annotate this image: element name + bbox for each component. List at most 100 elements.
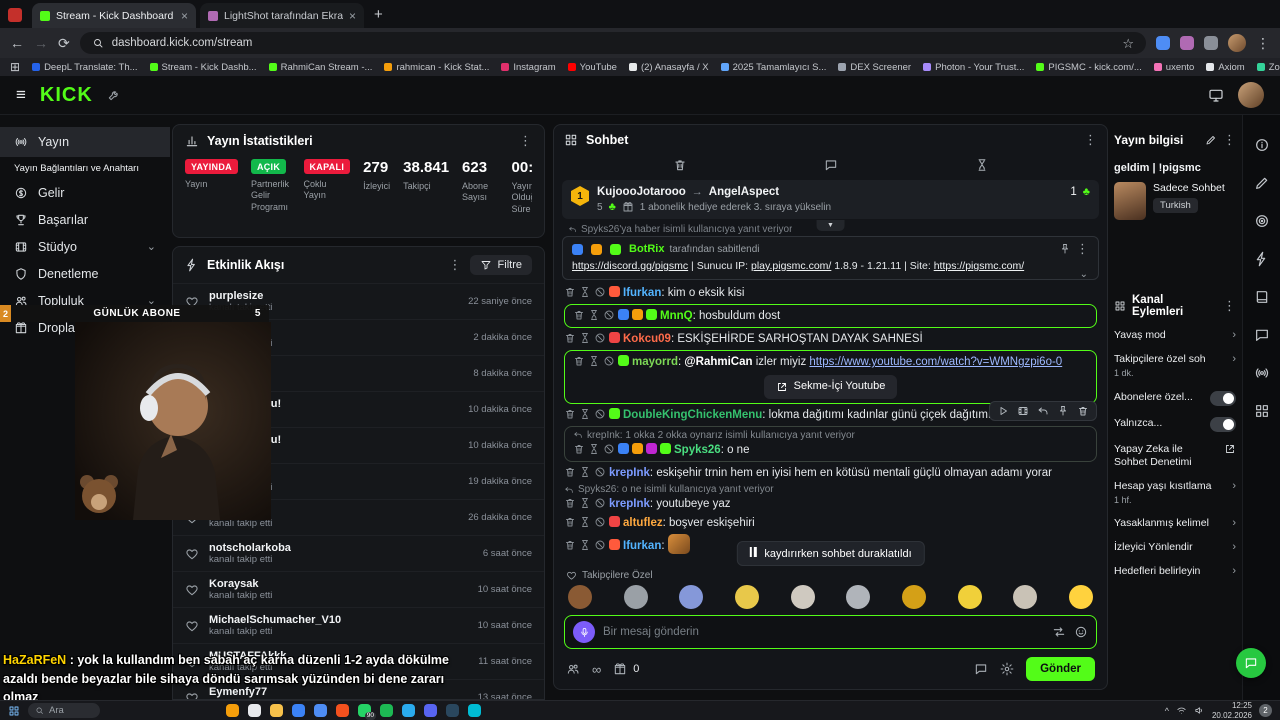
delete-message-icon[interactable]: [564, 497, 576, 509]
emote[interactable]: [623, 585, 648, 609]
link-icon[interactable]: ∞: [592, 662, 601, 677]
channel-actions-menu-icon[interactable]: ⋮: [1223, 298, 1236, 314]
timeout-user-icon[interactable]: [579, 539, 591, 551]
broadcast-icon[interactable]: [1254, 365, 1270, 381]
play-icon[interactable]: [997, 405, 1009, 417]
timeout-user-icon[interactable]: [579, 286, 591, 298]
clip-icon[interactable]: [1017, 405, 1029, 417]
sidebar-item-studyo[interactable]: Stüdyo ⌄: [0, 233, 170, 260]
filter-button[interactable]: Filtre: [469, 255, 532, 275]
delete-message-icon[interactable]: [573, 443, 585, 455]
sidebar-item-gelir[interactable]: Gelir: [0, 179, 170, 206]
browser-menu-icon[interactable]: ⋮: [1256, 36, 1270, 50]
subscribers-only-toggle[interactable]: [1210, 390, 1236, 406]
chat-username[interactable]: Kokcu09: [623, 333, 671, 345]
wifi-icon[interactable]: [1176, 705, 1187, 716]
lightning-icon[interactable]: [1254, 251, 1270, 267]
target-icon[interactable]: [1254, 213, 1270, 229]
bookmark[interactable]: RahmiCan Stream -...: [268, 62, 372, 73]
ban-user-icon[interactable]: [594, 516, 606, 528]
sidebar-item-basarilar[interactable]: Başarılar: [0, 206, 170, 233]
mention[interactable]: @RahmiCan: [684, 356, 752, 368]
taskbar-app-icon[interactable]: [402, 704, 415, 717]
taskbar-app-icon[interactable]: [424, 704, 437, 717]
ban-user-icon[interactable]: [594, 466, 606, 478]
start-button[interactable]: [8, 705, 20, 717]
translate-icon[interactable]: [1052, 625, 1066, 639]
delete-message-icon[interactable]: [564, 332, 576, 344]
clear-chat-icon[interactable]: [673, 158, 687, 172]
pin-icon[interactable]: [1059, 243, 1071, 255]
taskbar-app-icon[interactable]: [270, 704, 283, 717]
action-subscribers-only[interactable]: Abonelere özel...: [1114, 390, 1236, 406]
discord-link[interactable]: https://discord.gg/pigsmc: [572, 260, 688, 272]
youtube-link[interactable]: https://www.youtube.com/watch?v=WMNgzpi6…: [809, 356, 1062, 368]
taskbar-app-icon[interactable]: [380, 704, 393, 717]
action-account-age[interactable]: Hesap yaşı kısıtlama 1 hf. ›: [1114, 480, 1236, 506]
send-button[interactable]: Gönder: [1026, 657, 1095, 681]
ban-user-icon[interactable]: [594, 497, 606, 509]
chat-username[interactable]: Ifurkan: [623, 540, 661, 552]
chat-identity-icon[interactable]: [974, 662, 988, 676]
delete-message-icon[interactable]: [564, 286, 576, 298]
delete-message-icon[interactable]: [564, 466, 576, 478]
chat-username[interactable]: DoubleKingChickenMenu: [623, 409, 762, 421]
chat-username[interactable]: Spyks26: [674, 444, 721, 456]
pinned-menu-icon[interactable]: ⋮: [1076, 241, 1089, 257]
chat-mode-icon[interactable]: [824, 158, 838, 172]
taskbar-app-icon[interactable]: [468, 704, 481, 717]
ban-user-icon[interactable]: [603, 309, 615, 321]
panels-icon[interactable]: [1254, 403, 1270, 419]
hamburger-menu-icon[interactable]: ≡: [16, 85, 26, 105]
bookmark[interactable]: YouTube: [567, 62, 617, 73]
stats-menu-icon[interactable]: ⋮: [519, 133, 532, 149]
back-icon[interactable]: ←: [10, 36, 24, 50]
ban-user-icon[interactable]: [603, 355, 615, 367]
taskbar-app-icon[interactable]: [336, 704, 349, 717]
category-name[interactable]: Sadece Sohbet: [1153, 182, 1225, 194]
emote[interactable]: [1013, 585, 1038, 609]
ban-user-icon[interactable]: [594, 539, 606, 551]
delete-message-icon[interactable]: [573, 355, 585, 367]
emote[interactable]: [734, 585, 759, 609]
timeout-user-icon[interactable]: [579, 332, 591, 344]
stream-info-menu-icon[interactable]: ⋮: [1223, 132, 1236, 148]
reply-icon[interactable]: [1037, 405, 1049, 417]
chat-paused-notice[interactable]: kaydırırken sohbet duraklatıldı: [736, 541, 925, 566]
delete-message-icon[interactable]: [564, 408, 576, 420]
sidebar-item-yayin-baglantilari[interactable]: Yayın Bağlantıları ve Anahtarı: [0, 157, 170, 179]
ban-user-icon[interactable]: [603, 443, 615, 455]
chat-username[interactable]: krepInk: [609, 467, 650, 479]
slow-mode-icon[interactable]: [975, 158, 989, 172]
lightshot-extension-icon[interactable]: [1180, 36, 1194, 50]
chat-layout-icon[interactable]: [564, 133, 578, 147]
emote-picker-icon[interactable]: [1074, 625, 1088, 639]
pinned-collapse-icon[interactable]: ⌄: [1080, 269, 1088, 280]
taskbar-clock[interactable]: 12:25 20.02.2026: [1212, 701, 1252, 720]
delete-message-icon[interactable]: [564, 516, 576, 528]
language-chip[interactable]: Turkish: [1153, 198, 1198, 213]
voice-message-icon[interactable]: [573, 621, 595, 643]
chat-username[interactable]: MnnQ: [660, 310, 693, 322]
chat-username[interactable]: Ifurkan: [623, 287, 661, 299]
chat-menu-icon[interactable]: ⋮: [1084, 132, 1097, 148]
taskbar-app-icon[interactable]: [446, 704, 459, 717]
sidebar-item-yayin[interactable]: Yayın: [0, 127, 170, 157]
action-emotes-only[interactable]: Yalnızca...: [1114, 416, 1236, 432]
taskbar-app-icon[interactable]: 90: [358, 704, 376, 720]
action-banned-words[interactable]: Yasaklanmış kelimel ›: [1114, 517, 1236, 530]
book-icon[interactable]: [1254, 289, 1270, 305]
ban-user-icon[interactable]: [594, 408, 606, 420]
taskbar-app-icon[interactable]: [292, 704, 305, 717]
taskbar-app-icon[interactable]: [248, 704, 261, 717]
taskbar-app-icon[interactable]: [226, 704, 239, 717]
timeout-user-icon[interactable]: [588, 309, 600, 321]
bot-name[interactable]: BotRix: [629, 243, 664, 255]
edit-icon[interactable]: [1205, 134, 1217, 146]
bookmark[interactable]: rahmican - Kick Stat...: [384, 62, 489, 73]
gift-sub-icon[interactable]: [613, 662, 627, 676]
forward-icon[interactable]: →: [34, 36, 48, 50]
action-slow-mode[interactable]: Yavaş mod ›: [1114, 329, 1236, 342]
chat-input-box[interactable]: [564, 615, 1097, 649]
action-followers-only[interactable]: Takipçilere özel soh 1 dk. ›: [1114, 353, 1236, 379]
